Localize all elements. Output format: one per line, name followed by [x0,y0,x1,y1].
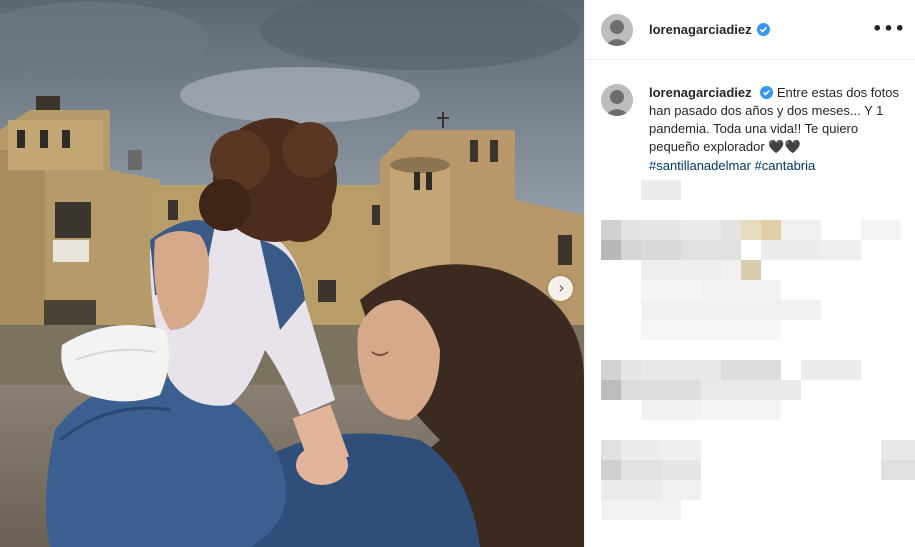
instagram-post: › lorenagarciadiez ••• lorenagarciadiez … [0,0,915,547]
caption-username[interactable]: lorenagarciadiez [649,85,752,100]
post-header: lorenagarciadiez ••• [585,0,915,60]
next-photo-button[interactable]: › [548,276,573,301]
verified-badge-icon [760,86,774,99]
caption-text: lorenagarciadiez Entre estas dos fotos h… [649,84,899,175]
more-options-icon[interactable]: ••• [872,14,905,42]
chevron-right-icon: › [558,277,565,297]
caption-avatar[interactable] [601,84,633,116]
avatar[interactable] [601,13,633,46]
post-details-panel: lorenagarciadiez ••• lorenagarciadiez En… [584,0,915,547]
post-photo[interactable]: › [0,0,584,547]
pixelated-comments [585,170,915,547]
caption-emoji: 🖤🖤 [768,140,801,155]
post-caption: lorenagarciadiez Entre estas dos fotos h… [585,60,915,175]
header-username[interactable]: lorenagarciadiez [649,22,752,37]
photo-illustration [0,0,584,547]
verified-badge-icon [756,23,770,36]
